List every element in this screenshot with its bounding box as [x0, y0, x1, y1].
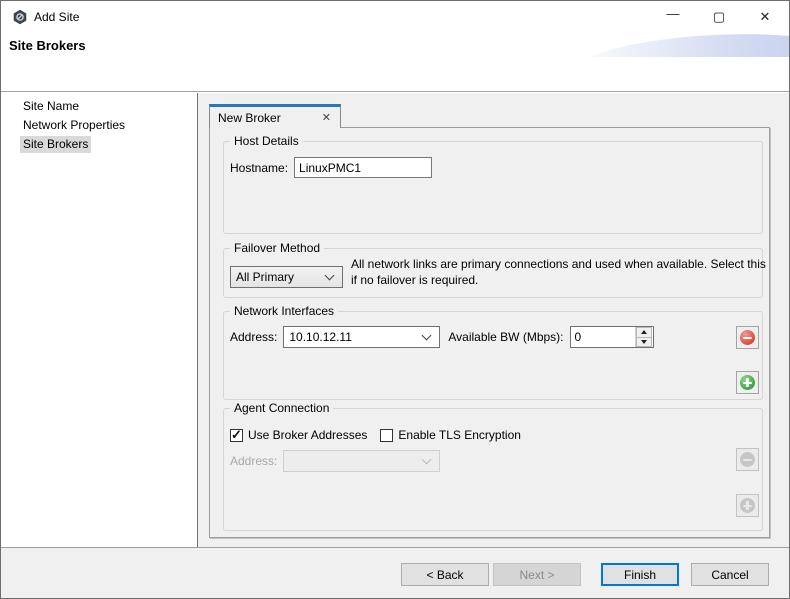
network-interfaces-title: Network Interfaces — [230, 304, 338, 318]
interface-address-value: 10.10.12.11 — [284, 330, 417, 344]
host-details-title: Host Details — [230, 134, 303, 148]
remove-agent-address-button — [736, 448, 759, 471]
minus-icon — [740, 452, 755, 467]
add-interface-button[interactable] — [736, 371, 759, 394]
agent-address-select — [283, 450, 440, 472]
chevron-down-icon — [422, 454, 432, 464]
enable-tls-label[interactable]: Enable TLS Encryption — [398, 428, 521, 442]
maximize-icon: ▢ — [713, 9, 725, 25]
dialog-header: Add Site — ▢ ✕ Site Brokers — [1, 1, 789, 92]
available-bw-label: Available BW (Mbps): — [448, 330, 563, 344]
plus-icon — [740, 375, 755, 390]
spin-up-button[interactable] — [636, 327, 652, 337]
failover-description: All network links are primary connection… — [351, 256, 773, 288]
failover-method-group: Failover Method All Primary All network … — [223, 248, 763, 298]
app-icon — [12, 9, 28, 25]
hostname-input[interactable] — [294, 157, 432, 178]
minus-icon — [740, 330, 755, 345]
sidebar-item-site-brokers[interactable]: Site Brokers — [20, 136, 91, 153]
minimize-button[interactable]: — — [650, 1, 696, 32]
agent-connection-group: Agent Connection ✓ Use Broker Addresses … — [223, 408, 763, 531]
available-bw-stepper[interactable]: 0 — [570, 326, 654, 348]
use-broker-addresses-checkbox[interactable]: ✓ — [230, 429, 243, 442]
agent-connection-title: Agent Connection — [230, 401, 333, 415]
window-controls: — ▢ ✕ — [650, 1, 788, 32]
sidebar-item-site-name[interactable]: Site Name — [20, 98, 82, 115]
spin-down-icon — [641, 340, 647, 344]
add-agent-address-button — [736, 494, 759, 517]
spin-up-icon — [641, 330, 647, 334]
failover-method-value: All Primary — [231, 270, 320, 284]
agent-address-label: Address: — [230, 454, 277, 468]
enable-tls-checkbox[interactable] — [380, 429, 393, 442]
interface-address-select[interactable]: 10.10.12.11 — [283, 326, 440, 348]
address-label: Address: — [230, 330, 277, 344]
cancel-button[interactable]: Cancel — [691, 563, 769, 586]
close-button[interactable]: ✕ — [742, 1, 788, 32]
hostname-label: Hostname: — [230, 161, 288, 175]
host-details-group: Host Details Hostname: — [223, 141, 763, 234]
chevron-down-icon — [325, 270, 335, 280]
wizard-step-list: Site Name Network Properties Site Broker… — [1, 93, 198, 547]
finish-button[interactable]: Finish — [601, 563, 679, 586]
remove-interface-button[interactable] — [736, 326, 759, 349]
broker-panel: Host Details Hostname: Failover Method A… — [209, 127, 770, 538]
tab-close-icon[interactable]: ✕ — [318, 111, 340, 124]
chevron-down-icon — [422, 330, 432, 340]
close-icon: ✕ — [760, 9, 771, 25]
tab-new-broker[interactable]: New Broker ✕ — [209, 104, 341, 128]
network-interfaces-group: Network Interfaces Address: 10.10.12.11 … — [223, 311, 763, 400]
use-broker-addresses-label[interactable]: Use Broker Addresses — [248, 428, 367, 442]
checkmark-icon: ✓ — [231, 427, 242, 443]
failover-method-title: Failover Method — [230, 241, 324, 255]
add-site-dialog: Add Site — ▢ ✕ Site Brokers Site Name Ne… — [0, 0, 790, 599]
maximize-button[interactable]: ▢ — [696, 1, 742, 32]
spin-down-button[interactable] — [636, 337, 652, 348]
back-button[interactable]: < Back — [401, 563, 489, 586]
plus-icon — [740, 498, 755, 513]
page-title: Site Brokers — [9, 38, 86, 53]
failover-method-select[interactable]: All Primary — [230, 266, 343, 288]
tab-label: New Broker — [210, 111, 318, 125]
sidebar-item-network-properties[interactable]: Network Properties — [20, 117, 128, 134]
window-title: Add Site — [34, 10, 79, 24]
next-button: Next > — [493, 563, 581, 586]
minimize-icon: — — [667, 6, 680, 21]
available-bw-value: 0 — [571, 327, 635, 347]
